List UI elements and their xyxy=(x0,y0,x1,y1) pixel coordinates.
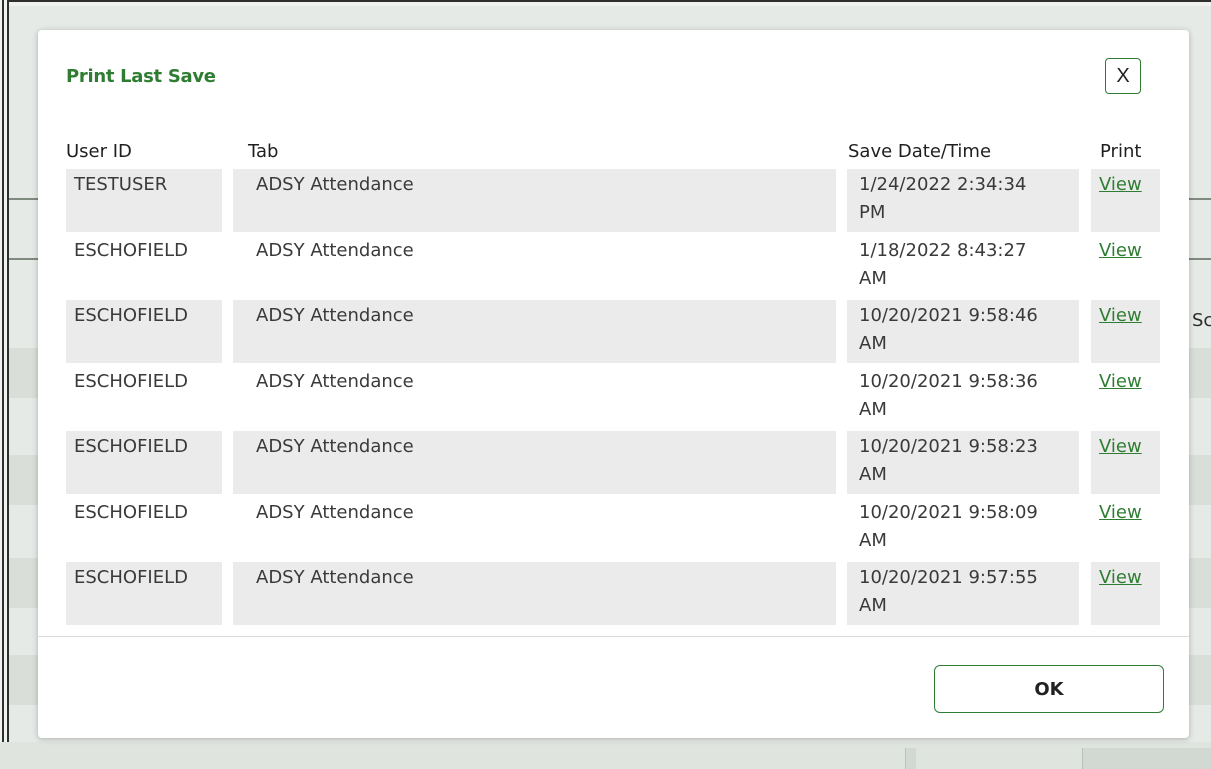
tab-cell: ADSY Attendance xyxy=(233,497,836,560)
tab-text: ADSY Attendance xyxy=(256,436,414,457)
print-cell: View xyxy=(1091,169,1160,232)
user-id-cell: ESCHOFIELD xyxy=(66,497,222,560)
save-time-meridiem-text: AM xyxy=(859,399,887,420)
print-cell: View xyxy=(1091,235,1160,298)
view-link[interactable]: View xyxy=(1099,502,1142,523)
save-datetime-cell: 1/24/2022 2:34:34 PM xyxy=(847,169,1079,232)
view-link[interactable]: View xyxy=(1099,567,1142,588)
tab-text: ADSY Attendance xyxy=(256,502,414,523)
tab-cell: ADSY Attendance xyxy=(233,366,836,429)
background-cell xyxy=(1082,748,1211,769)
tab-cell: ADSY Attendance xyxy=(233,562,836,625)
user-id-cell: ESCHOFIELD xyxy=(66,431,222,494)
save-datetime-cell: 1/18/2022 8:43:27 AM xyxy=(847,235,1079,298)
column-header-save-datetime: Save Date/Time xyxy=(848,141,992,162)
save-date-text: 10/20/2021 9:57:55 xyxy=(859,567,1038,588)
user-id-text: TESTUSER xyxy=(74,174,168,195)
dialog-body: Print Last Save X User ID Tab Save Date/… xyxy=(38,30,1189,636)
user-id-cell: ESCHOFIELD xyxy=(66,366,222,429)
user-id-text: ESCHOFIELD xyxy=(74,305,188,326)
ok-button[interactable]: OK xyxy=(934,665,1164,713)
print-cell: View xyxy=(1091,366,1160,429)
save-time-meridiem-text: AM xyxy=(859,464,887,485)
background-partial-text: Sc xyxy=(1192,310,1211,331)
print-last-save-dialog: Print Last Save X User ID Tab Save Date/… xyxy=(38,30,1189,738)
tab-cell: ADSY Attendance xyxy=(233,300,836,363)
background-row xyxy=(9,348,39,398)
save-datetime-cell: 10/20/2021 9:58:36 AM xyxy=(847,366,1079,429)
background-bottom-strip xyxy=(0,742,1211,769)
close-button[interactable]: X xyxy=(1105,58,1141,94)
user-id-cell: ESCHOFIELD xyxy=(66,300,222,363)
save-datetime-cell: 10/20/2021 9:57:55 AM xyxy=(847,562,1079,625)
save-datetime-cell: 10/20/2021 9:58:23 AM xyxy=(847,431,1079,494)
save-date-text: 10/20/2021 9:58:46 xyxy=(859,305,1038,326)
view-link[interactable]: View xyxy=(1099,174,1142,195)
dialog-title: Print Last Save xyxy=(66,66,216,87)
user-id-cell: ESCHOFIELD xyxy=(66,562,222,625)
save-date-text: 10/20/2021 9:58:36 xyxy=(859,371,1038,392)
save-time-meridiem-text: AM xyxy=(859,268,887,289)
tab-cell: ADSY Attendance xyxy=(233,169,836,232)
tab-text: ADSY Attendance xyxy=(256,305,414,326)
tab-cell: ADSY Attendance xyxy=(233,235,836,298)
user-id-cell: TESTUSER xyxy=(66,169,222,232)
view-link[interactable]: View xyxy=(1099,436,1142,457)
tab-cell: ADSY Attendance xyxy=(233,431,836,494)
print-cell: View xyxy=(1091,431,1160,494)
column-header-print: Print xyxy=(1100,141,1142,162)
view-link[interactable]: View xyxy=(1099,371,1142,392)
save-time-meridiem-text: AM xyxy=(859,595,887,616)
save-date-text: 10/20/2021 9:58:09 xyxy=(859,502,1038,523)
save-time-meridiem-text: PM xyxy=(859,202,886,223)
background-row xyxy=(9,558,39,608)
save-time-meridiem-text: AM xyxy=(859,333,887,354)
footer-divider xyxy=(38,636,1189,637)
background-cell xyxy=(905,748,916,769)
user-id-text: ESCHOFIELD xyxy=(74,240,188,261)
background-row xyxy=(9,455,39,505)
background-frame-top xyxy=(0,0,1211,6)
tab-text: ADSY Attendance xyxy=(256,240,414,261)
column-header-tab: Tab xyxy=(248,141,279,162)
view-link[interactable]: View xyxy=(1099,305,1142,326)
print-cell: View xyxy=(1091,497,1160,560)
background-frame-left xyxy=(0,0,9,769)
save-date-text: 10/20/2021 9:58:23 xyxy=(859,436,1038,457)
background-row xyxy=(9,655,39,705)
view-link[interactable]: View xyxy=(1099,240,1142,261)
user-id-text: ESCHOFIELD xyxy=(74,502,188,523)
tab-text: ADSY Attendance xyxy=(256,371,414,392)
print-cell: View xyxy=(1091,562,1160,625)
save-time-meridiem-text: AM xyxy=(859,530,887,551)
tab-text: ADSY Attendance xyxy=(256,567,414,588)
user-id-text: ESCHOFIELD xyxy=(74,436,188,457)
save-datetime-cell: 10/20/2021 9:58:09 AM xyxy=(847,497,1079,560)
user-id-text: ESCHOFIELD xyxy=(74,371,188,392)
tab-text: ADSY Attendance xyxy=(256,174,414,195)
print-cell: View xyxy=(1091,300,1160,363)
column-header-user-id: User ID xyxy=(66,141,132,162)
user-id-text: ESCHOFIELD xyxy=(74,567,188,588)
save-datetime-cell: 10/20/2021 9:58:46 AM xyxy=(847,300,1079,363)
user-id-cell: ESCHOFIELD xyxy=(66,235,222,298)
save-date-text: 1/18/2022 8:43:27 xyxy=(859,240,1027,261)
save-date-text: 1/24/2022 2:34:34 xyxy=(859,174,1027,195)
